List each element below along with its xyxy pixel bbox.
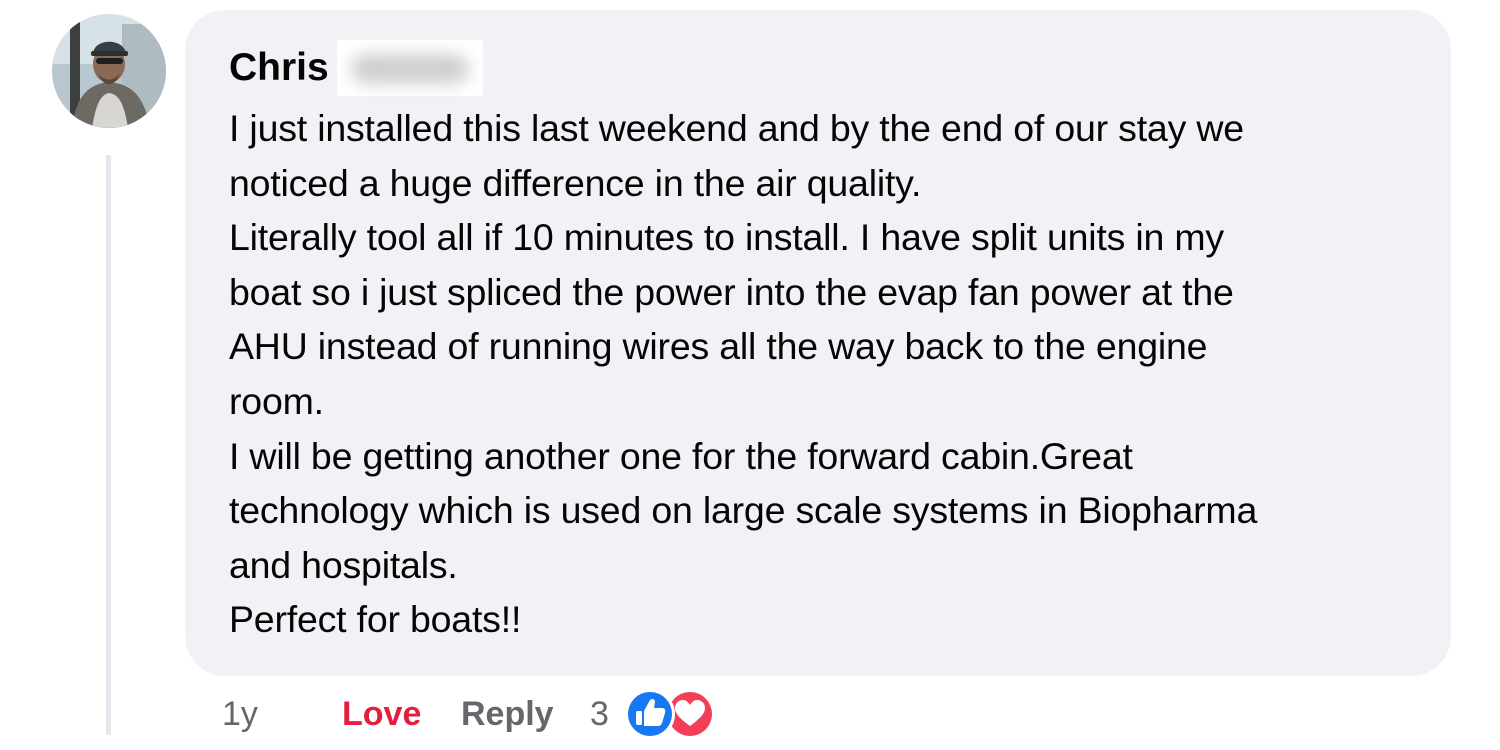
comment-line: I just installed this last weekend and b… [229,107,1244,149]
comment-text: I just installed this last weekend and b… [229,101,1429,647]
avatar[interactable] [52,14,166,128]
comment-line: I will be getting another one for the fo… [229,434,1133,477]
author-name[interactable]: Chris [229,46,329,90]
comment-author: Chris [229,40,483,96]
love-reaction-button[interactable]: Love [342,694,421,734]
comment-line: noticed a huge difference in the air qua… [229,161,922,204]
comment-line: room. [229,379,324,422]
comment-bubble: Chris I just installed this last weekend… [185,10,1451,676]
comment-line: AHU instead of running wires all the way… [229,325,1208,368]
thread-line [106,155,111,735]
comment-line: Literally tool all if 10 minutes to inst… [229,216,1224,259]
reaction-icons[interactable] [617,686,721,742]
comment-line: boat so i just spliced the power into th… [229,270,1234,313]
like-icon [625,689,675,739]
redacted-surname [336,40,483,96]
reply-button[interactable]: Reply [461,694,554,734]
reaction-count[interactable]: 3 [590,694,609,734]
comment-line: technology which is used on large scale … [229,489,1258,532]
comment-actions: 1y Love Reply 3 [0,686,1500,740]
comment-line: Perfect for boats!! [229,598,522,641]
comment-line: and hospitals. [229,543,458,586]
comment-timestamp[interactable]: 1y [222,694,258,734]
